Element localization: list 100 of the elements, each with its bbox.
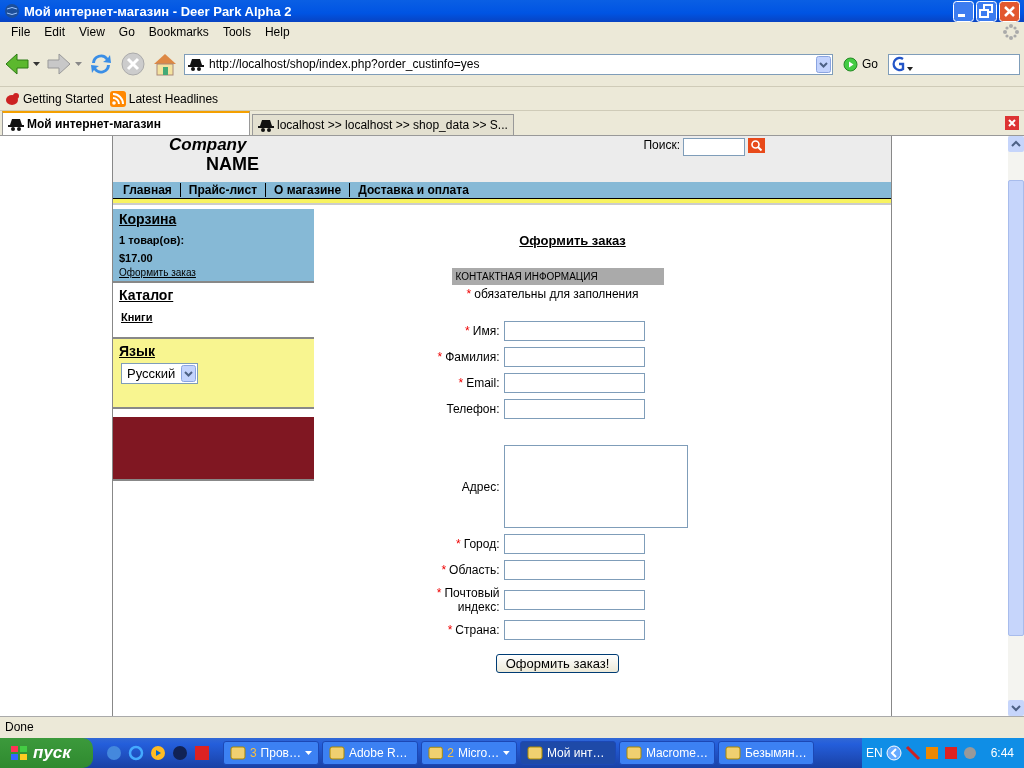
field-label: Город:	[463, 537, 500, 551]
app-icon	[526, 745, 543, 761]
stop-icon[interactable]	[120, 51, 146, 77]
catalog-title[interactable]: Каталог	[119, 287, 308, 303]
nav-link[interactable]: Главная	[115, 183, 180, 197]
required-mark: *	[458, 376, 464, 390]
feed-icon	[109, 90, 126, 107]
address-field[interactable]: http://localhost/shop/index.php?order_custinfo=yes	[184, 53, 833, 75]
windows-logo-icon	[10, 745, 28, 761]
cart-title[interactable]: Корзина	[119, 211, 308, 227]
required-mark: *	[465, 324, 470, 338]
tray-icon[interactable]	[904, 745, 921, 761]
text-input[interactable]	[503, 560, 645, 580]
start-button[interactable]: пуск	[0, 738, 93, 768]
restore-icon[interactable]	[976, 0, 997, 22]
bookmark-link[interactable]: Latest Headlines	[109, 90, 219, 107]
taskbar-button[interactable]: 3 Пров…	[222, 741, 319, 765]
app-icon	[427, 745, 444, 761]
required-mark: *	[436, 586, 442, 600]
menu-item[interactable]: View	[72, 25, 112, 39]
field-label: Имя:	[472, 324, 500, 338]
required-mark: *	[437, 350, 443, 364]
home-icon[interactable]	[152, 51, 178, 77]
text-input[interactable]	[503, 399, 645, 419]
logo-text: Company	[169, 136, 248, 154]
tray-icon[interactable]	[942, 745, 959, 761]
globe-icon	[4, 3, 20, 19]
language-select[interactable]: Русский	[121, 363, 199, 384]
nav-link[interactable]: Прайс-лист	[179, 183, 266, 197]
app-icon	[328, 745, 345, 761]
caret-icon[interactable]	[33, 62, 40, 66]
throbber-icon	[1002, 23, 1020, 41]
required-mark: *	[456, 537, 461, 551]
required-note: обязательны для заполнения	[474, 287, 639, 301]
logo-text: NAME	[205, 154, 259, 174]
menu-item[interactable]: File	[4, 25, 38, 39]
close-tab-icon[interactable]	[1005, 116, 1019, 130]
menu-item[interactable]: Edit	[37, 25, 73, 39]
text-input[interactable]	[503, 620, 645, 640]
form-title: Оформить заказ	[519, 233, 626, 248]
checkout-link[interactable]: Оформить заказ	[119, 267, 308, 278]
vertical-scrollbar[interactable]	[1008, 136, 1024, 716]
caret-icon	[503, 751, 510, 755]
taskbar-button[interactable]: Безымян…	[717, 741, 814, 765]
nav-link[interactable]: Доставка и оплата	[349, 183, 477, 197]
search-field[interactable]	[888, 53, 1020, 75]
text-input[interactable]	[503, 534, 645, 554]
field-label: Область:	[449, 563, 500, 577]
language-title[interactable]: Язык	[119, 343, 308, 359]
clock: 6:44	[990, 746, 1014, 760]
cart-total: $17.00	[119, 251, 154, 266]
menu-item[interactable]: Go	[111, 25, 142, 39]
scroll-thumb[interactable]	[1008, 180, 1024, 636]
required-mark: *	[447, 623, 453, 637]
text-input[interactable]	[503, 590, 645, 610]
scroll-up-icon[interactable]	[1008, 136, 1024, 152]
field-label: Email:	[466, 376, 500, 390]
search-engine-icon[interactable]	[891, 56, 913, 72]
taskbar-button[interactable]: Adobe R…	[321, 741, 418, 765]
app-icon[interactable]	[105, 745, 122, 761]
bookmark-link[interactable]: Getting Started	[4, 90, 104, 107]
cart-count: 1 товар(ов):	[119, 233, 186, 248]
text-input[interactable]	[503, 373, 645, 393]
expand-tray-icon[interactable]	[885, 745, 902, 761]
field-label: Почтовый индекс:	[444, 586, 500, 614]
close-icon[interactable]	[999, 0, 1020, 22]
go-button[interactable]: Go	[839, 56, 882, 72]
menu-item[interactable]: Help	[257, 25, 297, 39]
text-input[interactable]	[503, 321, 645, 341]
menu-item[interactable]: Tools	[215, 25, 258, 39]
required-mark: *	[466, 287, 472, 301]
play-icon	[843, 56, 858, 72]
status-text: Done	[0, 716, 1024, 737]
taskbar-button[interactable]: 2 Micro…	[420, 741, 517, 765]
field-label: Страна:	[455, 623, 500, 637]
app-icon	[625, 745, 642, 761]
scroll-down-icon[interactable]	[1008, 700, 1024, 716]
section-header: КОНТАКТНАЯ ИНФОРМАЦИЯ	[451, 268, 664, 285]
catalog-link[interactable]: Книги	[119, 311, 308, 323]
site-icon	[188, 56, 204, 72]
app-icon[interactable]	[171, 745, 188, 761]
text-input[interactable]	[503, 347, 645, 367]
nav-link[interactable]: О магазине	[265, 183, 350, 197]
menu-item[interactable]: Bookmarks	[141, 25, 216, 39]
submit-button[interactable]: Оформить заказ!	[495, 654, 620, 673]
app-icon[interactable]	[127, 745, 144, 761]
taskbar-button[interactable]: Macrome…	[618, 741, 715, 765]
forward-arrow-icon[interactable]	[46, 52, 72, 76]
search-input[interactable]	[683, 138, 745, 156]
browser-tab[interactable]: Мой интернет-магазин	[2, 111, 250, 135]
app-icon	[724, 745, 741, 761]
app-icon[interactable]	[149, 745, 166, 761]
taskbar-button[interactable]: Мой инт…	[519, 741, 616, 765]
address-textarea[interactable]	[503, 445, 688, 528]
browser-tab[interactable]: localhost >> localhost >> shop_data >> S...	[252, 114, 514, 135]
search-icon[interactable]	[748, 138, 765, 153]
site-icon	[258, 117, 274, 133]
field-label: Фамилия:	[445, 350, 500, 364]
search-label: Поиск:	[643, 138, 680, 152]
minimize-icon[interactable]	[953, 0, 974, 22]
